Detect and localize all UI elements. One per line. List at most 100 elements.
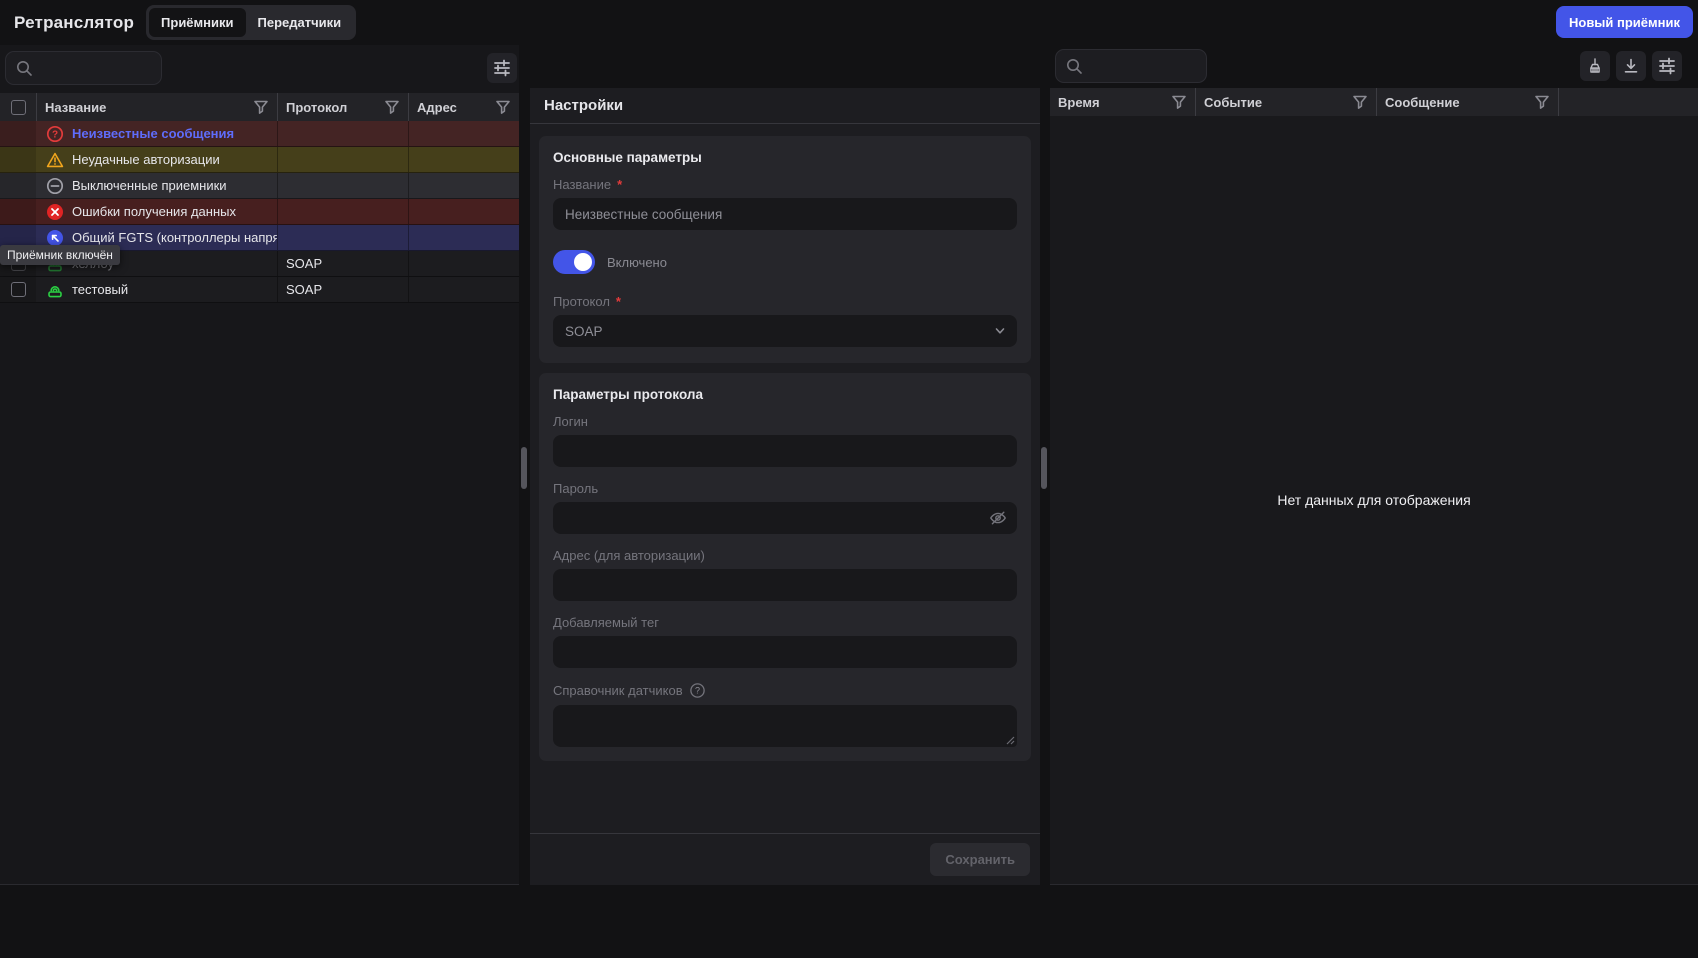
question-circle-icon: ? <box>46 125 64 143</box>
label-text: Протокол <box>553 294 610 309</box>
filter-icon[interactable] <box>253 99 269 115</box>
events-filter-settings-button[interactable] <box>1652 51 1682 81</box>
row-name: Неудачные авторизации <box>72 152 220 167</box>
enabled-toggle-row: Включено <box>553 250 1017 274</box>
tag-field-group: Добавляемый тег <box>553 615 1017 668</box>
row-checkbox-cell <box>0 121 36 146</box>
row-protocol <box>277 173 408 198</box>
tab-receivers[interactable]: Приёмники <box>149 8 245 37</box>
panel-resize-handle[interactable] <box>1041 447 1047 489</box>
receivers-panel: Название Протокол Адрес ? Неизвестные со… <box>0 45 519 885</box>
receivers-filter-settings-button[interactable] <box>487 53 517 83</box>
general-params-card: Основные параметры Название * Неизвестны… <box>539 136 1031 363</box>
row-checkbox-cell <box>0 277 36 302</box>
table-row[interactable]: тестовый SOAP <box>0 277 519 303</box>
column-header-filler <box>1558 88 1698 116</box>
row-checkbox-cell <box>0 199 36 224</box>
row-protocol: SOAP <box>277 277 408 302</box>
download-icon <box>1622 57 1640 75</box>
login-label: Логин <box>553 414 1017 429</box>
column-header-name: Название <box>36 93 277 121</box>
required-marker: * <box>616 294 621 309</box>
events-search[interactable] <box>1055 49 1207 83</box>
broom-icon <box>1586 57 1604 75</box>
login-field[interactable] <box>553 435 1017 467</box>
app-header: Ретранслятор Приёмники Передатчики Новый… <box>0 0 1698 45</box>
filter-icon[interactable] <box>1534 94 1550 110</box>
tab-transmitters[interactable]: Передатчики <box>246 8 354 37</box>
toggle-knob <box>574 253 592 271</box>
select-all-cell <box>0 93 36 121</box>
sensors-textarea[interactable] <box>553 705 1017 747</box>
table-row[interactable]: Ошибки получения данных <box>0 199 519 225</box>
protocol-params-card: Параметры протокола Логин Пароль Адрес (… <box>539 373 1031 761</box>
clear-events-button[interactable] <box>1580 51 1610 81</box>
column-label: Сообщение <box>1385 95 1460 110</box>
new-receiver-button[interactable]: Новый приёмник <box>1556 6 1693 38</box>
table-row[interactable]: ? Неизвестные сообщения <box>0 121 519 147</box>
minus-circle-icon <box>46 177 64 195</box>
select-all-checkbox[interactable] <box>11 100 26 115</box>
events-empty-message: Нет данных для отображения <box>1050 116 1698 884</box>
events-toolbar-buttons <box>1580 51 1682 81</box>
protocol-value: SOAP <box>565 324 603 339</box>
table-row[interactable]: Неудачные авторизации <box>0 147 519 173</box>
row-address <box>408 121 519 146</box>
filter-icon[interactable] <box>384 99 400 115</box>
chevron-down-icon <box>993 324 1007 338</box>
column-label: Время <box>1058 95 1100 110</box>
row-address <box>408 277 519 302</box>
svg-text:?: ? <box>52 129 58 140</box>
row-name: Неизвестные сообщения <box>72 126 234 141</box>
column-header-time: Время <box>1050 88 1195 116</box>
auth-address-field[interactable] <box>553 569 1017 601</box>
svg-text:?: ? <box>695 686 700 696</box>
row-protocol <box>277 199 408 224</box>
receivers-search-input[interactable] <box>40 60 151 75</box>
events-panel: Время Событие Сообщение Нет данных для о… <box>1050 88 1698 885</box>
label-text: Справочник датчиков <box>553 683 683 698</box>
search-icon <box>1066 58 1082 74</box>
resize-grip-icon[interactable] <box>1006 736 1015 745</box>
events-table-header: Время Событие Сообщение <box>1050 88 1698 116</box>
help-icon[interactable]: ? <box>689 682 706 699</box>
filter-icon[interactable] <box>495 99 511 115</box>
save-button[interactable]: Сохранить <box>930 843 1030 876</box>
receivers-table-header: Название Протокол Адрес <box>0 93 519 121</box>
error-circle-icon <box>46 203 64 221</box>
row-name: Выключенные приемники <box>72 178 227 193</box>
events-search-input[interactable] <box>1090 59 1196 74</box>
eye-off-icon[interactable] <box>989 509 1007 527</box>
name-field-group: Название * Неизвестные сообщения <box>553 177 1017 230</box>
table-row[interactable]: Выключенные приемники <box>0 173 519 199</box>
section-title: Параметры протокола <box>553 387 1017 402</box>
login-field-group: Логин <box>553 414 1017 467</box>
row-protocol <box>277 121 408 146</box>
sliders-icon <box>493 59 511 77</box>
row-checkbox-cell <box>0 147 36 172</box>
settings-title: Настройки <box>530 88 1040 124</box>
filter-icon[interactable] <box>1352 94 1368 110</box>
row-protocol <box>277 225 408 250</box>
view-tabs: Приёмники Передатчики <box>146 5 356 40</box>
row-name: тестовый <box>72 282 128 297</box>
receivers-search[interactable] <box>5 51 162 85</box>
protocol-select[interactable]: SOAP <box>553 315 1017 347</box>
auth-address-field-group: Адрес (для авторизации) <box>553 548 1017 601</box>
app-title: Ретранслятор <box>14 13 134 33</box>
password-field-group: Пароль <box>553 481 1017 534</box>
panel-resize-handle[interactable] <box>521 447 527 489</box>
name-field[interactable]: Неизвестные сообщения <box>553 198 1017 230</box>
column-header-protocol: Протокол <box>277 93 408 121</box>
protocol-field-group: Протокол * SOAP <box>553 294 1017 347</box>
tag-field[interactable] <box>553 636 1017 668</box>
download-events-button[interactable] <box>1616 51 1646 81</box>
name-label: Название * <box>553 177 1017 192</box>
filter-icon[interactable] <box>1171 94 1187 110</box>
row-address <box>408 173 519 198</box>
row-name-cell: Неудачные авторизации <box>36 147 277 172</box>
row-checkbox[interactable] <box>11 282 26 297</box>
enabled-toggle[interactable] <box>553 250 595 274</box>
required-marker: * <box>617 177 622 192</box>
password-field[interactable] <box>553 502 1017 534</box>
